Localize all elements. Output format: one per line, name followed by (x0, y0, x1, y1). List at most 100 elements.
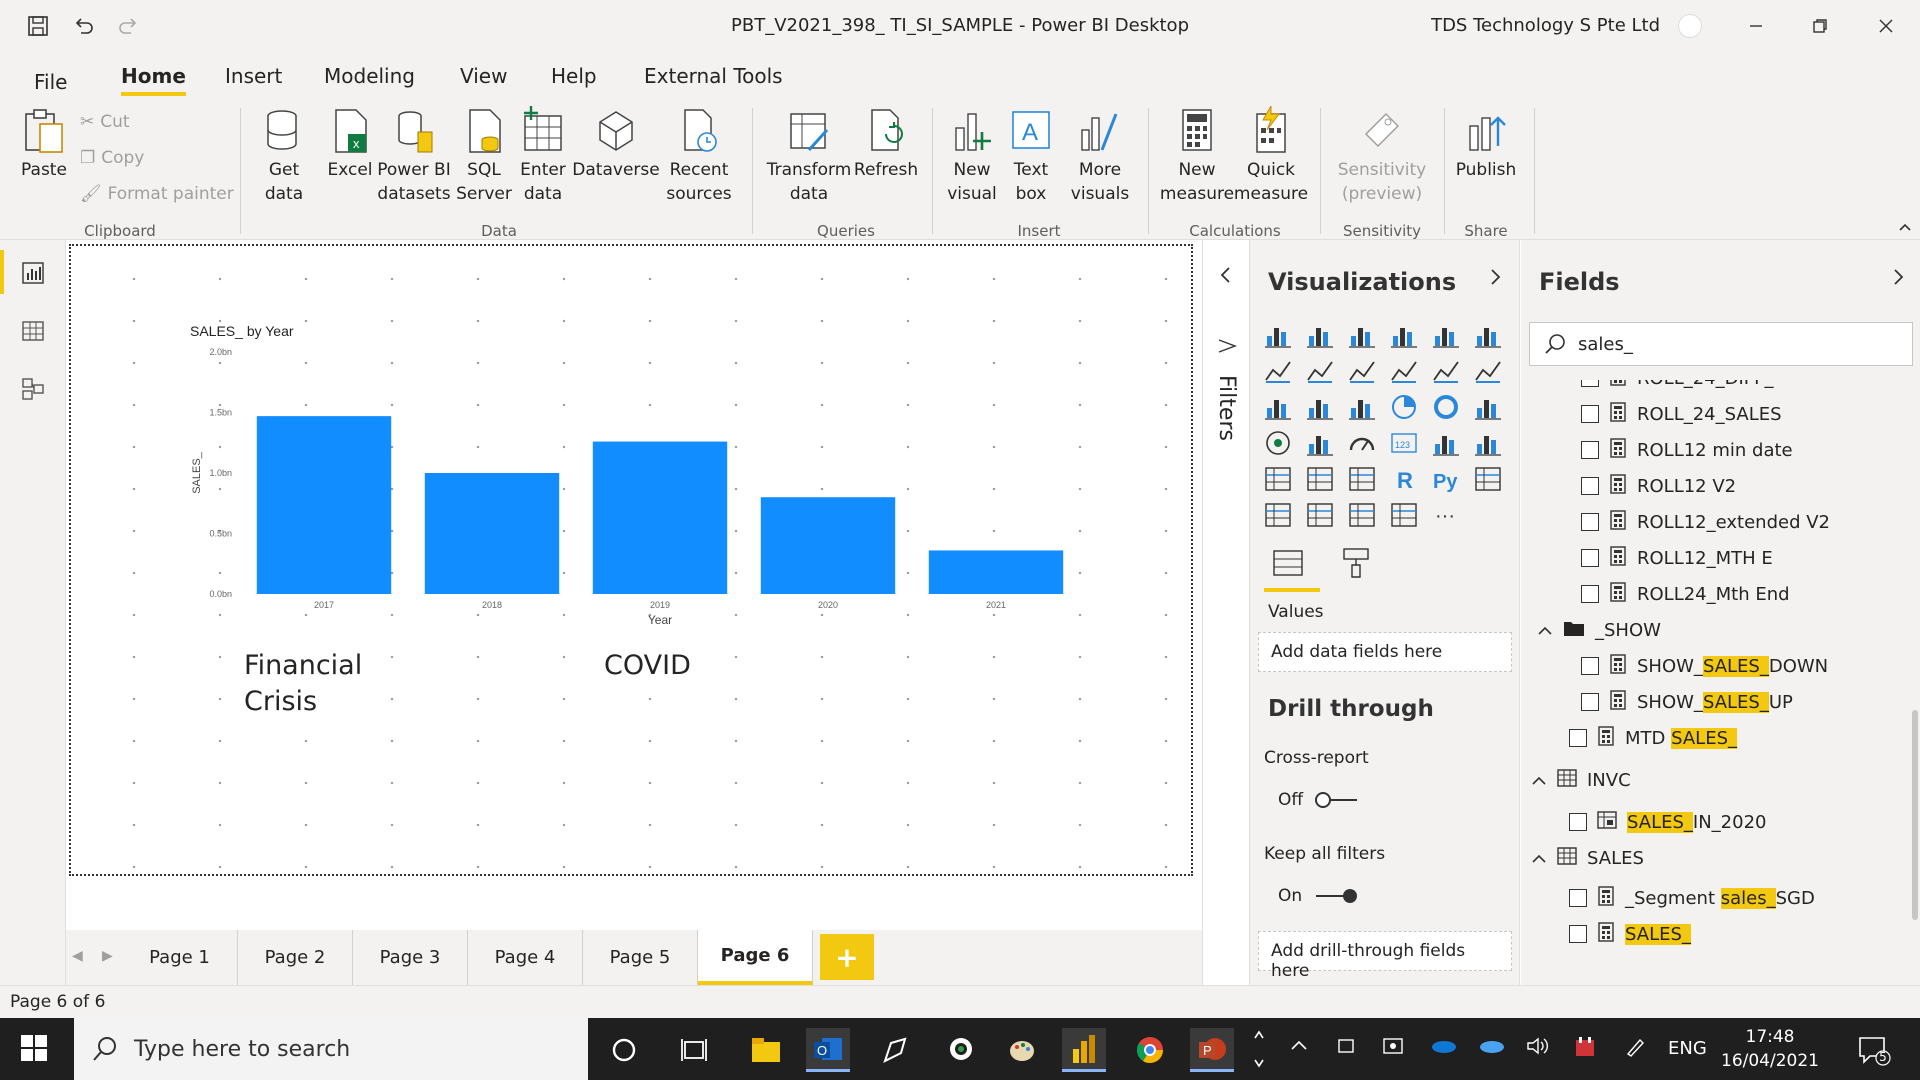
qa-visual-icon[interactable] (1305, 500, 1335, 530)
bar-2020[interactable] (760, 497, 896, 594)
field-item[interactable]: SHOW_SALES_UP (1581, 686, 1793, 718)
recent-sources-button[interactable]: Recent sources (660, 106, 738, 206)
multi-row-card-icon[interactable] (1431, 428, 1461, 458)
field-item[interactable]: ROLL12 min date (1581, 434, 1793, 466)
field-item[interactable]: SALES_IN_2020 (1569, 806, 1767, 838)
field-checkbox[interactable] (1569, 729, 1587, 747)
filters-pane-collapsed[interactable]: Filters (1202, 240, 1250, 985)
field-checkbox[interactable] (1581, 477, 1599, 495)
field-checkbox[interactable] (1569, 925, 1587, 943)
tray-calendar-app-icon[interactable] (1574, 1036, 1596, 1063)
annotation-covid[interactable]: COVID (600, 648, 695, 684)
matrix-icon[interactable] (1347, 464, 1377, 494)
more-visuals-ellipsis-icon[interactable]: ··· (1431, 500, 1461, 530)
onedrive-icon[interactable] (1430, 1036, 1458, 1059)
tab-home[interactable]: Home (121, 64, 186, 96)
field-checkbox[interactable] (1581, 441, 1599, 459)
stacked-column-chart-icon[interactable] (1305, 320, 1335, 350)
dataverse-button[interactable]: Dataverse (572, 106, 660, 182)
bar-2019[interactable] (592, 441, 728, 594)
bar-chart[interactable]: SALES_ by Year SALES_ Year 0.0bn 0.5bn 1.0… (170, 318, 1090, 628)
stacked-area-chart-icon[interactable] (1347, 356, 1377, 386)
tab-help[interactable]: Help (551, 64, 597, 88)
100-stacked-bar-chart-icon[interactable] (1431, 320, 1461, 350)
decomposition-tree-icon[interactable] (1263, 500, 1293, 530)
enter-data-button[interactable]: Enter data (516, 106, 570, 206)
line-clustered-column-chart-icon[interactable] (1431, 356, 1461, 386)
expand-chevron-icon[interactable] (1531, 770, 1547, 791)
powerpoint-icon[interactable]: P (1190, 1028, 1234, 1072)
windows-start-icon[interactable] (20, 1034, 48, 1066)
transform-data-button[interactable]: Transform data (766, 106, 852, 206)
restore-button[interactable] (1800, 10, 1840, 42)
field-item[interactable]: ROLL24_Mth End (1581, 578, 1790, 610)
power-bi-datasets-button[interactable]: Power BI datasets (374, 106, 454, 206)
filled-map-icon[interactable] (1305, 428, 1335, 458)
donut-chart-icon[interactable] (1431, 392, 1461, 422)
new-visual-button[interactable]: New visual (944, 106, 1000, 206)
collapse-ribbon-icon[interactable] (1898, 220, 1912, 236)
tab-modeling[interactable]: Modeling (324, 64, 415, 88)
cross-report-toggle[interactable]: Off (1278, 790, 1361, 810)
pen-app-icon[interactable] (874, 1028, 918, 1072)
excel-button[interactable]: x Excel (322, 106, 378, 182)
expand-chevron-icon[interactable] (1531, 848, 1547, 869)
model-view-icon[interactable] (18, 374, 48, 404)
close-button[interactable] (1866, 10, 1906, 42)
show-hidden-icons-icon[interactable] (1290, 1036, 1308, 1057)
gauge-icon[interactable] (1347, 428, 1377, 458)
task-view-icon[interactable] (672, 1028, 716, 1072)
scatter-chart-icon[interactable] (1347, 392, 1377, 422)
field-checkbox[interactable] (1581, 380, 1599, 387)
next-page-icon[interactable]: ▶ (102, 948, 113, 964)
field-item[interactable]: SHOW_SALES_DOWN (1581, 650, 1828, 682)
field-item[interactable]: ROLL_24_SALES (1581, 398, 1782, 430)
drill-through-drop-well[interactable]: Add drill-through fields here (1258, 931, 1512, 981)
kpi-icon[interactable] (1473, 428, 1503, 458)
outlook-icon[interactable]: O (806, 1028, 850, 1072)
copy-button[interactable]: ❐ Copy (80, 148, 144, 168)
python-visual-icon[interactable]: Py (1431, 464, 1461, 494)
report-view-icon[interactable] (18, 258, 48, 288)
sql-server-button[interactable]: SQL Server (456, 106, 512, 206)
field-checkbox[interactable] (1581, 513, 1599, 531)
clustered-column-chart-icon[interactable] (1389, 320, 1419, 350)
data-view-icon[interactable] (18, 316, 48, 346)
field-checkbox[interactable] (1581, 405, 1599, 423)
file-explorer-icon[interactable] (744, 1028, 788, 1072)
bar-2018[interactable] (424, 473, 560, 594)
cortana-icon[interactable] (602, 1028, 646, 1072)
field-item[interactable]: SALES_ (1569, 918, 1691, 950)
keep-all-filters-toggle[interactable]: On (1278, 886, 1360, 906)
field-table[interactable]: SALES (1531, 842, 1644, 874)
user-avatar[interactable] (1678, 14, 1702, 38)
100-stacked-column-chart-icon[interactable] (1473, 320, 1503, 350)
field-checkbox[interactable] (1581, 549, 1599, 567)
refresh-button[interactable]: Refresh (852, 106, 920, 182)
key-influencers-icon[interactable] (1473, 464, 1503, 494)
qlik-icon[interactable] (940, 1028, 984, 1072)
tab-view[interactable]: View (460, 64, 507, 88)
power-apps-icon[interactable] (1389, 500, 1419, 530)
field-item[interactable]: ROLL12_MTH E (1581, 542, 1773, 574)
tray-scroll-icon[interactable] (1252, 1024, 1266, 1079)
field-checkbox[interactable] (1569, 813, 1587, 831)
annotation-financial-crisis[interactable]: Financial Crisis (240, 648, 367, 720)
page-tab-4[interactable]: Page 4 (468, 930, 583, 985)
field-checkbox[interactable] (1581, 693, 1599, 711)
taskbar-clock[interactable]: 17:48 16/04/2021 (1710, 1025, 1830, 1073)
collapse-fields-icon[interactable] (1893, 268, 1905, 290)
field-item[interactable]: ROLL12_extended V2 (1581, 506, 1830, 538)
funnel-chart-icon[interactable] (1305, 392, 1335, 422)
new-measure-button[interactable]: New measure (1160, 106, 1234, 206)
line-chart-icon[interactable] (1263, 356, 1293, 386)
chevron-left-icon[interactable] (1219, 266, 1231, 288)
page-tab-2[interactable]: Page 2 (238, 930, 353, 985)
chrome-icon[interactable] (1128, 1028, 1172, 1072)
collapse-visualizations-icon[interactable] (1490, 268, 1502, 290)
r-script-visual-icon[interactable]: R (1389, 464, 1419, 494)
field-item[interactable]: MTD SALES_ (1569, 722, 1738, 754)
power-bi-icon[interactable] (1062, 1028, 1106, 1072)
format-paint-roller-icon[interactable] (1338, 545, 1378, 585)
area-chart-icon[interactable] (1305, 356, 1335, 386)
